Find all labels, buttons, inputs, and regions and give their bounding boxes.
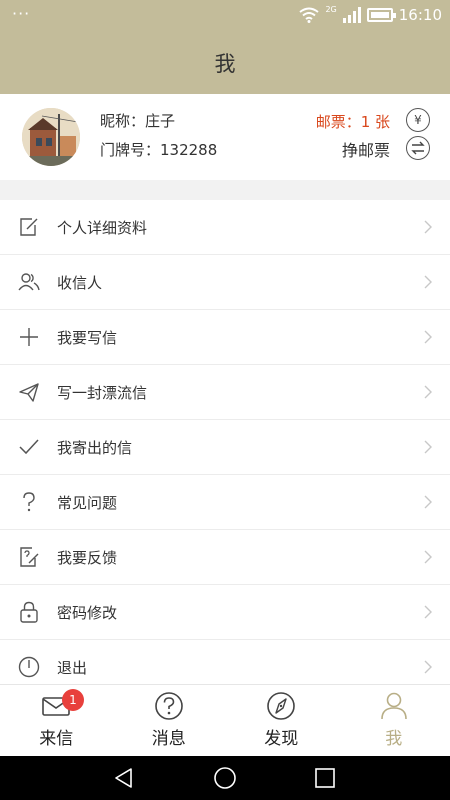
compass-icon [267,692,296,720]
nickname: 昵称：庄子 [100,112,176,130]
avatar-image [22,108,80,166]
question-circle-icon [154,692,183,720]
menu-label: 密码修改 [57,603,118,622]
chevron-right-icon [424,275,432,289]
battery-icon [366,8,396,22]
chevron-right-icon [424,385,432,399]
menu-label: 收信人 [57,273,103,292]
chevron-right-icon [424,605,432,619]
chevron-right-icon [424,550,432,564]
menu-label: 退出 [57,659,88,677]
door-number: 门牌号：132288 [100,141,218,159]
bottom-tab-bar: 1 来信 消息 发现 我 [0,684,450,756]
menu-item-feedback[interactable]: 我要反馈 [0,530,450,585]
menu-label: 个人详细资料 [57,218,148,237]
feedback-icon [20,547,39,567]
power-icon [18,656,40,678]
tab-label: 发现 [264,729,299,749]
chevron-right-icon [424,220,432,234]
menu-item-faq[interactable]: 常见问题 [0,475,450,530]
tab-label: 消息 [151,729,186,749]
earn-stamps-link[interactable]: 挣邮票 [342,137,390,161]
check-icon [19,439,39,455]
tab-me[interactable]: 我 [338,685,450,756]
system-nav-bar [0,756,450,800]
tab-messages[interactable]: 消息 [113,685,226,756]
menu-item-recipients[interactable]: 收信人 [0,255,450,310]
tab-label: 我 [385,729,403,749]
chevron-right-icon [424,330,432,344]
settings-menu: 个人详细资料 收信人 我要写信 写一封漂流信 我寄出的信 常见问题 我要反馈 密… [0,200,450,695]
edit-icon [20,218,38,236]
network-type: 2G [325,4,337,14]
plus-icon [20,328,38,346]
chevron-right-icon [424,440,432,454]
menu-label: 我要反馈 [57,548,118,567]
notification-dots: ··· [12,4,31,23]
avatar[interactable] [22,108,80,166]
clock: 16:10 [398,6,442,24]
chevron-right-icon [424,660,432,674]
signal-icon [342,7,361,23]
tab-label: 来信 [39,729,74,749]
menu-item-profile-details[interactable]: 个人详细资料 [0,200,450,255]
page-title: 我 [214,52,236,76]
yen-icon[interactable]: ¥ [406,108,430,132]
user-icon [380,692,407,720]
contacts-icon [18,273,40,291]
menu-label: 常见问题 [57,493,118,512]
profile-card: 昵称：庄子 门牌号：132288 邮票：1 张 ¥ 挣邮票 [0,94,450,180]
exchange-icon[interactable] [406,136,430,160]
tab-inbox[interactable]: 1 来信 [0,685,113,756]
status-bar: ··· 2G 16:10 [0,0,450,32]
recents-icon[interactable] [313,766,337,790]
stamp-count: 邮票：1 张 [315,113,390,131]
wifi-icon [299,7,320,23]
menu-label: 我寄出的信 [57,438,133,457]
back-icon[interactable] [112,766,136,790]
menu-item-write-letter[interactable]: 我要写信 [0,310,450,365]
status-icons: 2G 16:10 [299,4,442,24]
menu-item-drift-letter[interactable]: 写一封漂流信 [0,365,450,420]
menu-label: 我要写信 [57,328,118,347]
unread-badge: 1 [62,689,84,711]
lock-icon [20,601,38,623]
menu-item-change-password[interactable]: 密码修改 [0,585,450,640]
home-icon[interactable] [213,766,237,790]
chevron-right-icon [424,495,432,509]
paper-plane-icon [19,383,39,402]
question-icon [23,492,35,512]
menu-label: 写一封漂流信 [57,383,148,402]
page-header: 我 [0,32,450,94]
menu-item-sent-letters[interactable]: 我寄出的信 [0,420,450,475]
tab-discover[interactable]: 发现 [225,685,338,756]
